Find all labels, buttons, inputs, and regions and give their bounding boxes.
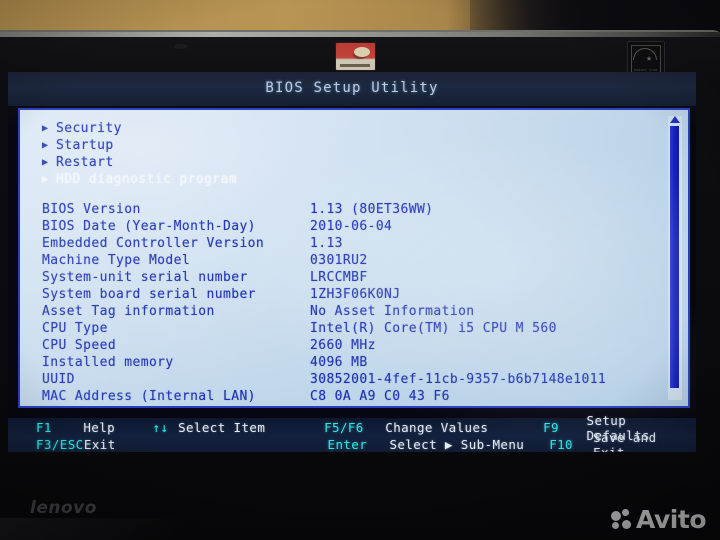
- submenu-list: ▶ Security ▶ Startup ▶ Restart ▶ HDD dia…: [42, 120, 237, 188]
- info-key: CPU Type: [42, 321, 108, 336]
- help-bar-row-2: F3/ESC Exit Enter Select ▶ Sub-Menu F10 …: [8, 430, 696, 453]
- info-row-system-unit-serial-number: System-unit serial number LRCCMBF: [42, 270, 642, 287]
- info-value: C8 0A A9 C0 43 F6: [310, 389, 450, 404]
- info-value: 1ZH3F06K0NJ: [310, 287, 401, 302]
- sticker-label-bar: [340, 64, 370, 67]
- triangle-right-icon: ▶: [42, 157, 49, 168]
- info-key: UUID: [42, 372, 75, 387]
- info-row-cpu-type: CPU Type Intel(R) Core(TM) i5 CPU M 560: [42, 321, 642, 338]
- help-desc-change-values: Change Values: [385, 420, 489, 435]
- info-value: 4096 MB: [310, 355, 368, 370]
- info-row-uuid: UUID 30852001-4fef-11cb-9357-b6b7148e101…: [42, 372, 642, 389]
- avito-logo-icon: [611, 509, 632, 530]
- bios-title-bar: BIOS Setup Utility: [8, 72, 696, 106]
- menu-item-security[interactable]: ▶ Security: [42, 120, 237, 137]
- help-desc-help: Help: [83, 420, 116, 435]
- info-key: Machine Type Model: [42, 253, 191, 268]
- help-key-f3-esc: F3/ESC: [36, 437, 84, 452]
- menu-item-label: HDD diagnostic program: [56, 172, 237, 187]
- avito-watermark: Avito: [611, 507, 706, 532]
- help-desc-save-and-exit: Save and Exit: [593, 429, 657, 453]
- info-key: BIOS Date (Year-Month-Day): [42, 219, 256, 234]
- help-desc-select-item: Select Item: [178, 420, 266, 435]
- info-row-embedded-controller-version: Embedded Controller Version 1.13: [42, 236, 642, 253]
- keyboard-edge: [0, 518, 224, 540]
- avito-wordmark: Avito: [636, 505, 706, 534]
- lid-top-edge: [0, 32, 720, 37]
- help-key-f1: F1: [36, 420, 52, 435]
- page-title: BIOS Setup Utility: [265, 80, 439, 96]
- info-value: 2010-06-04: [310, 219, 393, 234]
- help-key-f9: F9: [543, 420, 559, 435]
- info-value: 1.13 (80ET36WW): [310, 202, 434, 217]
- webcam: [174, 44, 188, 49]
- info-row-system-board-serial-number: System board serial number 1ZH3F06K0NJ: [42, 287, 642, 304]
- info-key: BIOS Version: [42, 202, 141, 217]
- menu-item-label: Startup: [56, 138, 114, 153]
- info-value: 0301RU2: [310, 253, 368, 268]
- info-value: Intel(R) Core(TM) i5 CPU M 560: [310, 321, 557, 336]
- info-key: System-unit serial number: [42, 270, 248, 285]
- help-key-f10: F10: [549, 437, 573, 452]
- menu-item-startup[interactable]: ▶ Startup: [42, 137, 237, 154]
- info-row-asset-tag-information: Asset Tag information No Asset Informati…: [42, 304, 642, 321]
- bezel-sticker-red: [335, 42, 376, 71]
- scroll-up-arrow-icon[interactable]: [670, 116, 680, 123]
- help-key-enter: Enter: [327, 437, 368, 452]
- triangle-right-icon: ▶: [42, 140, 49, 151]
- lenovo-logo: lenovo: [30, 498, 97, 518]
- menu-item-hdd-diagnostic-program[interactable]: ▶ HDD diagnostic program: [42, 171, 237, 188]
- photo-scene: ★ ENERGY STAR lenovo BIOS Setup Utility …: [0, 0, 720, 540]
- help-key-arrows: ↑↓: [152, 420, 169, 435]
- bios-main-panel: ▶ Security ▶ Startup ▶ Restart ▶ HDD dia…: [18, 108, 690, 408]
- info-row-bios-version: BIOS Version 1.13 (80ET36WW): [42, 202, 642, 219]
- menu-item-restart[interactable]: ▶ Restart: [42, 154, 237, 171]
- help-desc-select-sub-menu: Select ▶ Sub-Menu: [389, 437, 525, 452]
- help-desc-exit: Exit: [83, 437, 116, 452]
- info-row-bios-date: BIOS Date (Year-Month-Day) 2010-06-04: [42, 219, 642, 236]
- info-key: MAC Address (Internal LAN): [42, 389, 256, 404]
- info-key: Embedded Controller Version: [42, 236, 265, 251]
- bios-content-area: ▶ Security ▶ Startup ▶ Restart ▶ HDD dia…: [8, 106, 696, 418]
- menu-item-label: Restart: [56, 155, 114, 170]
- info-row-cpu-speed: CPU Speed 2660 MHz: [42, 338, 642, 355]
- triangle-right-icon: ▶: [42, 123, 49, 134]
- scrollbar-thumb[interactable]: [670, 126, 679, 388]
- help-key-f5-f6: F5/F6: [324, 420, 364, 435]
- info-value: No Asset Information: [310, 304, 475, 319]
- info-value: 30852001-4fef-11cb-9357-b6b7148e1011: [310, 372, 607, 387]
- help-bar: F1 Help ↑↓ Select Item F5/F6 Change Valu…: [8, 413, 696, 453]
- sticker-graphic: [354, 47, 370, 57]
- info-value: 2660 MHz: [310, 338, 376, 353]
- info-key: System board serial number: [42, 287, 256, 302]
- triangle-right-icon: ▶: [42, 174, 49, 185]
- scrollbar[interactable]: [668, 116, 682, 400]
- bios-screen: BIOS Setup Utility ▶ Security ▶ Startup …: [8, 72, 696, 452]
- info-key: Installed memory: [42, 355, 174, 370]
- info-value: 1.13: [310, 236, 343, 251]
- info-row-machine-type-model: Machine Type Model 0301RU2: [42, 253, 642, 270]
- info-key: CPU Speed: [42, 338, 117, 353]
- menu-item-label: Security: [56, 121, 122, 136]
- info-key: Asset Tag information: [42, 304, 215, 319]
- info-value: LRCCMBF: [310, 270, 368, 285]
- info-row-installed-memory: Installed memory 4096 MB: [42, 355, 642, 372]
- star-icon: ★: [646, 53, 653, 64]
- background-wall-shadow: [470, 0, 720, 34]
- info-row-mac-address: MAC Address (Internal LAN) C8 0A A9 C0 4…: [42, 389, 642, 406]
- system-information-table: BIOS Version 1.13 (80ET36WW) BIOS Date (…: [42, 202, 642, 406]
